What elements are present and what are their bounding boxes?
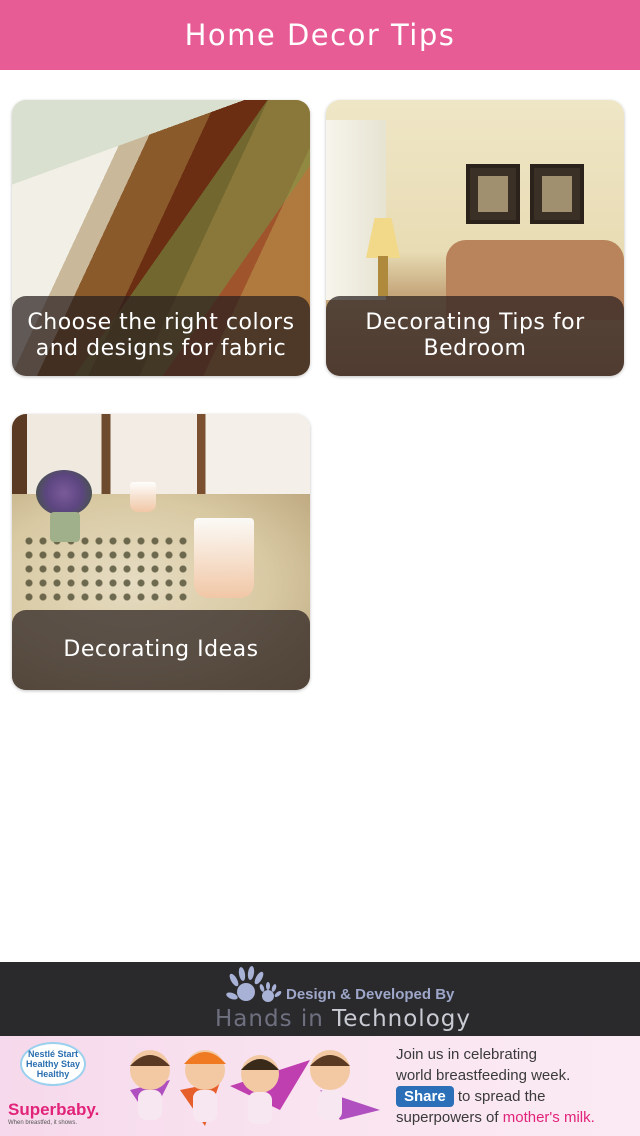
nestle-logo: Nestlé Start Healthy Stay Healthy bbox=[20, 1042, 86, 1086]
superbabies-illustration bbox=[130, 1050, 380, 1126]
ad-message: Join us in celebrating world breastfeedi… bbox=[396, 1044, 595, 1128]
developer-brand-part1: Hands in bbox=[215, 1006, 324, 1032]
tip-card-ideas[interactable]: Decorating Ideas bbox=[12, 414, 310, 690]
photo-picture-frame bbox=[466, 164, 520, 224]
developer-label: Design & Developed By bbox=[286, 986, 455, 1003]
developer-brand: Hands in Technology bbox=[0, 1006, 640, 1032]
photo-tablecloth bbox=[22, 534, 192, 604]
ad-line3: to spread the bbox=[453, 1088, 546, 1105]
developer-brand-part2: Technology bbox=[323, 1006, 471, 1032]
hands-logo-icon bbox=[226, 966, 282, 1002]
ad-share-button[interactable]: Share bbox=[396, 1086, 454, 1107]
developer-credit-bar[interactable]: Design & Developed By Hands in Technolog… bbox=[0, 962, 640, 1036]
photo-lamp-base bbox=[378, 256, 388, 296]
tip-card-caption: Decorating Tips for Bedroom bbox=[326, 296, 624, 376]
ad-banner[interactable]: Nestlé Start Healthy Stay Healthy Superb… bbox=[0, 1036, 640, 1136]
ad-line1: Join us in celebrating bbox=[396, 1046, 537, 1063]
tip-card-fabric[interactable]: Choose the right colors and designs for … bbox=[12, 100, 310, 376]
ad-line4: superpowers of bbox=[396, 1109, 503, 1126]
ad-line4-highlight: mother's milk. bbox=[502, 1109, 595, 1126]
photo-glass bbox=[130, 482, 156, 512]
tip-card-caption: Decorating Ideas bbox=[12, 610, 310, 690]
tip-card-caption: Choose the right colors and designs for … bbox=[12, 296, 310, 376]
photo-vase bbox=[50, 512, 80, 542]
ad-tagline: When breastfed, it shows. bbox=[8, 1120, 78, 1126]
photo-window bbox=[326, 120, 386, 300]
app-title: Home Decor Tips bbox=[184, 18, 456, 52]
app-header: Home Decor Tips bbox=[0, 0, 640, 70]
ad-brand: Superbaby. bbox=[8, 1100, 100, 1119]
photo-glass bbox=[194, 518, 254, 598]
photo-picture-frame bbox=[530, 164, 584, 224]
ad-line2: world breastfeeding week. bbox=[396, 1067, 571, 1084]
photo-flowers bbox=[36, 470, 92, 516]
tip-card-bedroom[interactable]: Decorating Tips for Bedroom bbox=[326, 100, 624, 376]
